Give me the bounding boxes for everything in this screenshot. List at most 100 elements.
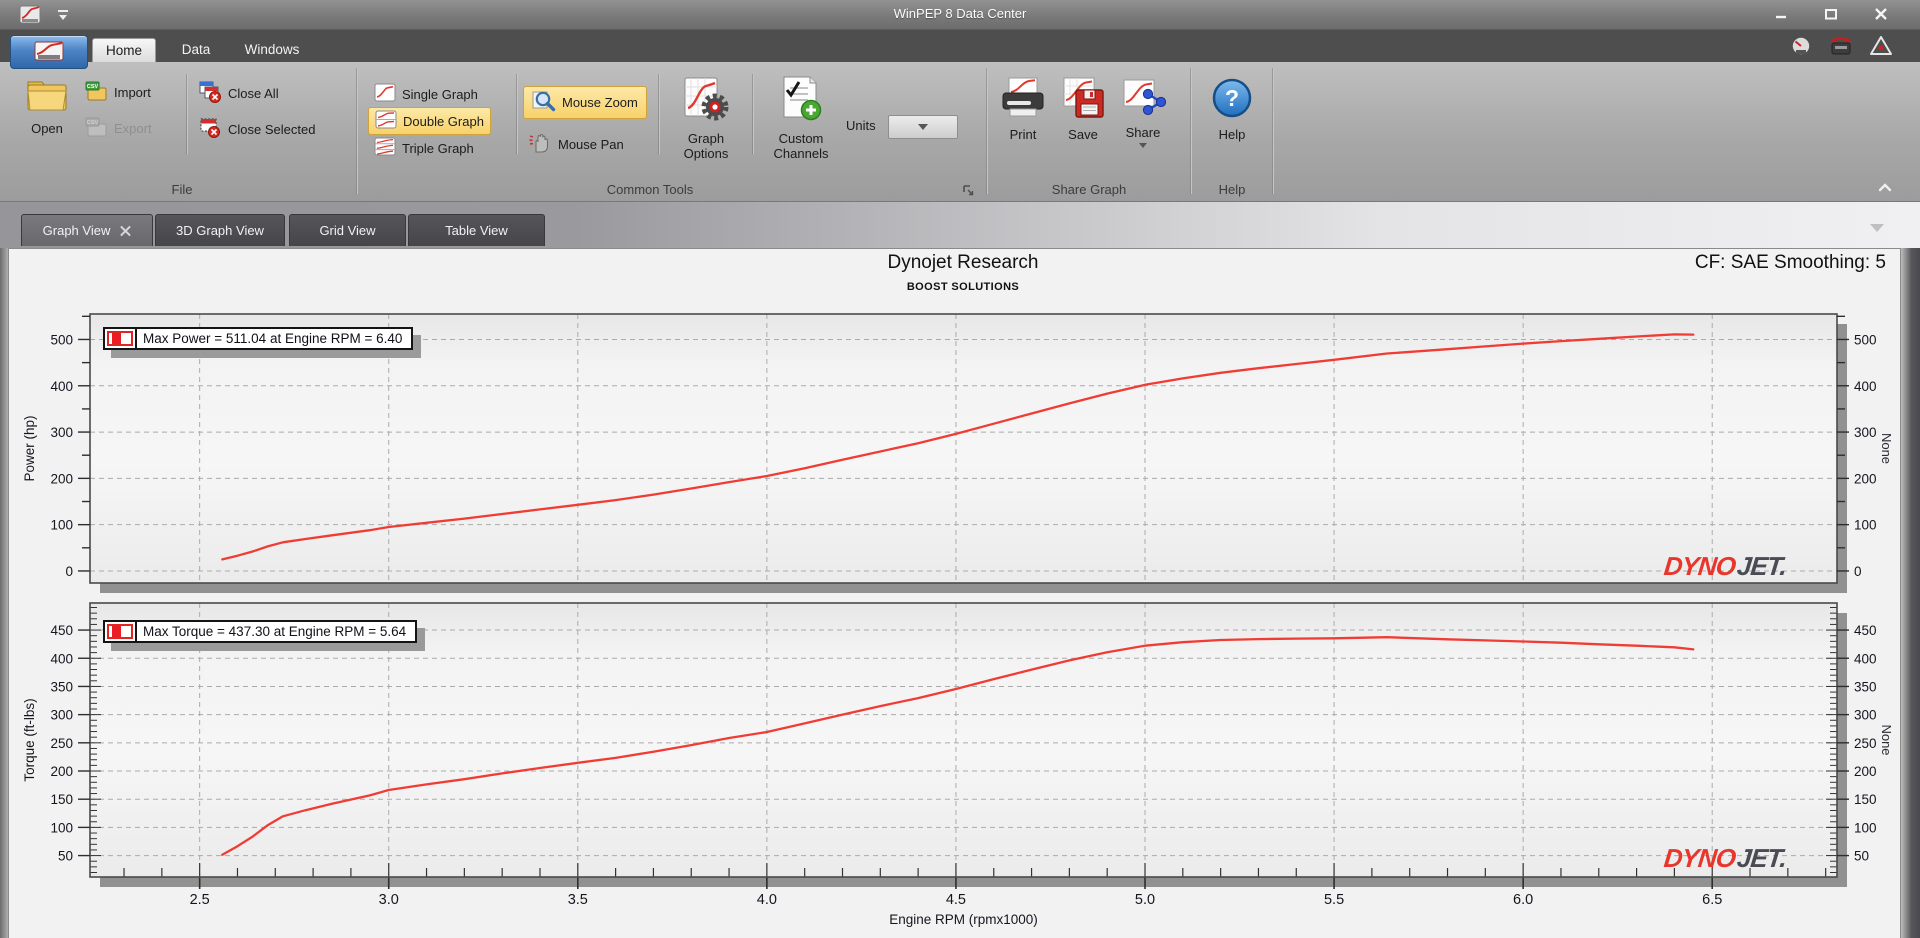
- share-label: Share: [1125, 125, 1161, 140]
- ribbon-group-share-graph: Print Save Share Share Graph: [990, 62, 1188, 202]
- svg-text:CSV: CSV: [87, 84, 99, 90]
- warning-icon[interactable]: [1868, 33, 1894, 64]
- help-icon: ?: [1210, 76, 1254, 123]
- ribbon: Open CSV Import CSV Export Close All Clo…: [0, 62, 1920, 202]
- ribbon-group-file: Open CSV Import CSV Export Close All Clo…: [8, 62, 356, 202]
- titlebar: WinPEP 8 Data Center: [0, 0, 1920, 30]
- torque-legend[interactable]: Max Torque = 437.30 at Engine RPM = 5.64: [103, 620, 418, 643]
- export-button[interactable]: CSV Export: [84, 116, 152, 141]
- close-selected-button[interactable]: Close Selected: [198, 116, 315, 143]
- file-group-label: File: [171, 182, 193, 197]
- winpep-logo-icon: [34, 41, 64, 61]
- double-graph-label: Double Graph: [403, 113, 484, 129]
- ribbon-tab-home[interactable]: Home: [92, 38, 156, 62]
- graph-options-label: Graph Options: [683, 131, 729, 161]
- magnifier-icon: [532, 90, 556, 115]
- import-label: Import: [114, 85, 151, 100]
- minimize-button[interactable]: [1770, 5, 1792, 23]
- ribbon-collapse-icon[interactable]: [1876, 180, 1894, 198]
- graph-options-icon: [682, 74, 730, 127]
- ribbon-tab-data[interactable]: Data: [170, 38, 222, 62]
- double-graph-button[interactable]: Double Graph: [368, 107, 491, 135]
- maximize-button[interactable]: [1820, 5, 1842, 23]
- export-csv-icon: CSV: [84, 116, 108, 141]
- custom-channels-button[interactable]: Custom Channels: [760, 74, 842, 161]
- power-plot-area[interactable]: [90, 314, 1837, 583]
- close-selected-icon: [198, 116, 222, 143]
- share-graph-group-label: Share Graph: [1051, 182, 1127, 197]
- tab-3d-graph-view-label: 3D Graph View: [176, 223, 264, 238]
- mouse-pan-label: Mouse Pan: [558, 137, 624, 152]
- tab-3d-graph-view[interactable]: 3D Graph View: [155, 214, 285, 246]
- correction-factor-label: CF: SAE Smoothing: 5: [1694, 252, 1886, 273]
- mouse-pan-button[interactable]: Mouse Pan: [528, 132, 624, 157]
- application-menu-button[interactable]: [10, 35, 88, 69]
- single-graph-icon: [374, 83, 396, 105]
- triple-graph-label: Triple Graph: [402, 140, 474, 156]
- close-button[interactable]: [1870, 5, 1892, 23]
- window-edge-right: [1901, 202, 1920, 938]
- ribbon-tab-windows[interactable]: Windows: [234, 38, 310, 62]
- tab-grid-view-label: Grid View: [319, 223, 376, 238]
- share-button[interactable]: Share: [1116, 76, 1170, 148]
- export-label: Export: [114, 121, 152, 136]
- custom-channels-label: Custom Channels: [773, 131, 829, 161]
- tab-graph-view[interactable]: Graph View: [21, 214, 153, 246]
- ribbon-group-help: ? Help Help: [1194, 62, 1270, 202]
- combo-arrow-icon: [918, 124, 928, 130]
- tab-graph-view-label: Graph View: [42, 223, 111, 238]
- dynojet-watermark: DYNOJET.: [1662, 551, 1788, 581]
- import-csv-icon: CSV: [84, 80, 108, 105]
- ribbon-tab-row: Home Data Windows: [0, 30, 1920, 69]
- mouse-zoom-button[interactable]: Mouse Zoom: [523, 86, 647, 119]
- close-all-button[interactable]: Close All: [198, 80, 279, 107]
- tab-scroll-arrow-icon[interactable]: [1870, 224, 1884, 232]
- open-button[interactable]: Open: [18, 74, 76, 136]
- print-button[interactable]: Print: [996, 76, 1050, 142]
- hand-icon: [528, 132, 552, 157]
- power-series-swatch: [105, 329, 137, 348]
- save-label: Save: [1068, 127, 1098, 142]
- double-graph-icon: [375, 110, 397, 132]
- triple-graph-icon: [374, 137, 396, 159]
- power-legend-text: Max Power = 511.04 at Engine RPM = 6.40: [143, 331, 403, 346]
- common-tools-group-label: Common Tools: [606, 182, 694, 197]
- graph-options-button[interactable]: Graph Options: [666, 74, 746, 161]
- folder-icon: [24, 74, 70, 117]
- power-legend[interactable]: Max Power = 511.04 at Engine RPM = 6.40: [103, 327, 414, 350]
- units-label: Units: [846, 118, 876, 133]
- torque-series-swatch: [105, 622, 137, 641]
- single-graph-button[interactable]: Single Graph: [368, 81, 484, 107]
- close-selected-label: Close Selected: [228, 122, 316, 137]
- triple-graph-button[interactable]: Triple Graph: [368, 135, 480, 161]
- chart-subtitle: BOOST SOLUTIONS: [906, 281, 1020, 293]
- close-all-label: Close All: [228, 86, 279, 101]
- svg-text:CSV: CSV: [87, 120, 99, 126]
- help-label: Help: [1218, 127, 1246, 142]
- tab-close-icon[interactable]: [120, 225, 131, 236]
- help-button[interactable]: ? Help: [1205, 76, 1259, 142]
- units-combo[interactable]: [888, 115, 958, 139]
- view-tab-strip: Graph View 3D Graph View Grid View Table…: [0, 202, 1920, 248]
- chart-title: Dynojet Research: [887, 252, 1039, 273]
- save-button[interactable]: Save: [1056, 76, 1110, 142]
- open-label: Open: [31, 121, 63, 136]
- winpep-window: WinPEP 8 Data Center Home Data Windows O…: [0, 0, 1920, 938]
- svg-text:?: ?: [1225, 85, 1239, 111]
- ribbon-group-common-tools: Single Graph Double Graph Triple Graph M…: [360, 62, 986, 202]
- dialog-launcher-icon[interactable]: [962, 184, 975, 202]
- close-all-icon: [198, 80, 222, 107]
- printer-icon: [1000, 76, 1046, 123]
- dynojet-watermark: DYNOJET.: [1662, 843, 1788, 873]
- dyno-run-icon[interactable]: [1828, 33, 1854, 64]
- import-button[interactable]: CSV Import: [84, 80, 151, 105]
- tab-table-view-label: Table View: [445, 223, 508, 238]
- torque-plot-area[interactable]: [90, 603, 1837, 877]
- gauge-icon[interactable]: [1788, 33, 1814, 64]
- custom-channels-icon: [778, 74, 824, 127]
- mouse-zoom-label: Mouse Zoom: [562, 95, 638, 110]
- tab-table-view[interactable]: Table View: [408, 214, 545, 246]
- print-label: Print: [1009, 127, 1037, 142]
- share-icon: [1120, 76, 1167, 121]
- tab-grid-view[interactable]: Grid View: [289, 214, 406, 246]
